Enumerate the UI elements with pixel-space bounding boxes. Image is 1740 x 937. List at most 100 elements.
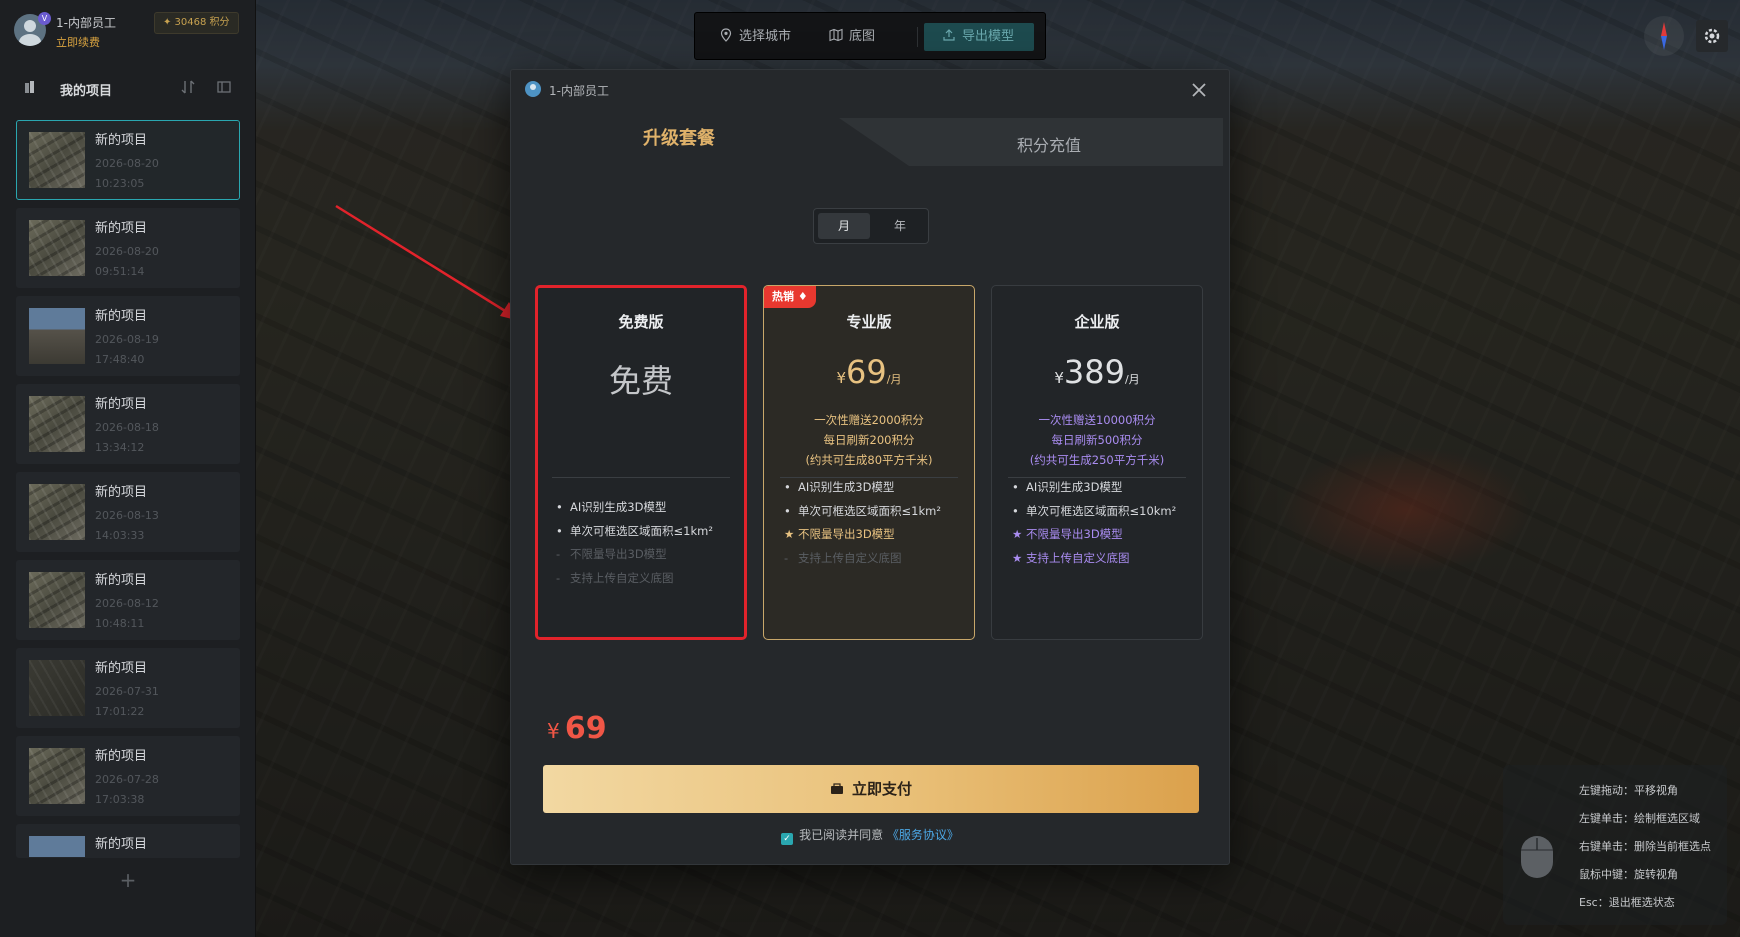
period-month-option[interactable]: 月 xyxy=(818,213,870,239)
basemap-label: 底图 xyxy=(849,29,876,44)
project-item[interactable]: 新的项目 2026-08-20 09:51:14 xyxy=(16,208,240,288)
project-time: 13:34:12 xyxy=(95,441,145,454)
plan-name: 专业版 xyxy=(846,313,892,331)
project-name: 新的项目 xyxy=(95,133,148,148)
project-item[interactable]: 新的项目 2026-07-28 17:03:38 xyxy=(16,736,240,816)
plan-price: ¥389/月 xyxy=(1054,353,1140,391)
close-icon[interactable] xyxy=(1187,78,1211,102)
upload-icon xyxy=(943,29,955,41)
billing-period-toggle: 月 年 xyxy=(813,208,929,244)
project-name: 新的项目 xyxy=(95,749,148,764)
upgrade-dialog: 1-内部员工 升级套餐 积分充值 月 年 免费版 免费 • AI识别生成3D模型 … xyxy=(510,69,1230,865)
plan-price: 免费 xyxy=(608,362,673,400)
projects-header: 我的项目 xyxy=(24,78,244,99)
export-model-button[interactable]: 导出模型 xyxy=(924,23,1034,51)
service-agreement-link[interactable]: 《服务协议》 xyxy=(887,828,959,842)
project-time: 10:23:05 xyxy=(95,177,145,190)
project-date: 2026-08-12 xyxy=(95,597,159,610)
plan-feature: • 单次可框选区域面积≤1km² xyxy=(556,524,713,538)
project-item[interactable]: 新的项目 2026-08-19 17:48:40 xyxy=(16,296,240,376)
projects-icon xyxy=(25,81,34,93)
project-thumbnail xyxy=(29,396,85,452)
plan-description: 一次性赠送2000积分 每日刷新200积分 (约共可生成80平方千米) xyxy=(805,413,933,467)
project-time: 17:01:22 xyxy=(95,705,145,718)
renew-link[interactable]: 立即续费 xyxy=(56,34,100,50)
project-name: 新的项目 xyxy=(95,837,148,852)
plan-name: 免费版 xyxy=(618,313,664,331)
hint-middle-button: 鼠标中键：旋转视角 xyxy=(1579,868,1678,881)
plan-divider xyxy=(1008,477,1186,478)
settings-button[interactable] xyxy=(1696,20,1728,52)
project-date: 2026-07-31 xyxy=(95,685,159,698)
points-badge[interactable]: ✦ 30468 积分 xyxy=(154,12,239,34)
plan-feature: • AI识别生成3D模型 xyxy=(1012,480,1123,494)
agree-checkbox[interactable]: ✓ xyxy=(781,833,794,845)
project-date: 2026-08-13 xyxy=(95,509,159,522)
export-model-label: 导出模型 xyxy=(962,29,1015,44)
plan-divider xyxy=(780,477,958,478)
plan-card-pro[interactable]: 热销 ♦ 专业版 ¥69/月 一次性赠送2000积分 每日刷新200积分 (约共… xyxy=(763,285,975,640)
sort-icon[interactable] xyxy=(180,79,196,95)
agreement-row: ✓ 我已阅读并同意 《服务协议》 xyxy=(511,826,1229,845)
project-item[interactable]: 新的项目 2026-08-18 13:34:12 xyxy=(16,384,240,464)
compass-needle-icon xyxy=(1661,22,1667,50)
select-city-button[interactable]: 选择城市 xyxy=(719,23,791,51)
plan-divider xyxy=(552,477,730,478)
map-toolbar: 选择城市 底图 导出模型 xyxy=(694,12,1046,60)
project-name: 新的项目 xyxy=(95,661,148,676)
project-item[interactable]: 新的项目 xyxy=(16,824,240,858)
plan-feature: - 支持上传自定义底图 xyxy=(784,551,902,565)
project-list: 新的项目 2026-08-20 10:23:05 新的项目 2026-08-20… xyxy=(16,120,240,866)
basemap-button[interactable]: 底图 xyxy=(829,23,875,51)
user-name: 1-内部员工 xyxy=(56,16,116,30)
project-time: 14:03:33 xyxy=(95,529,145,542)
plan-card-free[interactable]: 免费版 免费 • AI识别生成3D模型 • 单次可框选区域面积≤1km² - 不限量导… xyxy=(535,285,747,640)
layout-toggle-icon[interactable] xyxy=(216,79,232,95)
plan-feature: • 单次可框选区域面积≤10km² xyxy=(1012,504,1177,518)
tab-upgrade-label[interactable]: 升级套餐 xyxy=(519,118,839,160)
vip-badge: V xyxy=(38,12,51,25)
project-item[interactable]: 新的项目 2026-08-12 10:48:11 xyxy=(16,560,240,640)
compass[interactable] xyxy=(1644,16,1684,56)
project-time: 10:48:11 xyxy=(95,617,145,630)
flame-icon: ♦ xyxy=(797,290,808,303)
map-icon xyxy=(829,28,843,42)
projects-title: 我的项目 xyxy=(60,84,113,99)
plan-feature: • AI识别生成3D模型 xyxy=(556,500,667,514)
plan-description: 一次性赠送10000积分 每日刷新500积分 (约共可生成250平方千米) xyxy=(1029,413,1165,467)
mouse-hints-panel: 左键拖动：平移视角 左键单击：绘制框选区域 右键单击：删除当前框选点 鼠标中键：… xyxy=(1503,765,1727,925)
location-pin-icon xyxy=(720,28,732,42)
total-price: ¥ 69 xyxy=(547,711,607,746)
pay-now-button[interactable]: 立即支付 xyxy=(543,765,1199,813)
project-time: 17:03:38 xyxy=(95,793,145,806)
plan-price: ¥69/月 xyxy=(836,353,902,391)
tab-recharge[interactable]: 积分充值 xyxy=(879,126,1219,166)
project-date: 2026-08-20 xyxy=(95,157,159,170)
project-item[interactable]: 新的项目 2026-07-31 17:01:22 xyxy=(16,648,240,728)
project-date: 2026-08-20 xyxy=(95,245,159,258)
plan-feature: • AI识别生成3D模型 xyxy=(784,480,895,494)
project-time: 17:48:40 xyxy=(95,353,145,366)
hot-badge: 热销 ♦ xyxy=(764,286,816,308)
project-name: 新的项目 xyxy=(95,485,148,500)
project-thumbnail xyxy=(29,308,85,364)
plan-feature: ★ 支持上传自定义底图 xyxy=(1012,551,1130,565)
hint-right-click: 右键单击：删除当前框选点 xyxy=(1579,840,1711,853)
project-item[interactable]: 新的项目 2026-08-13 14:03:33 xyxy=(16,472,240,552)
project-name: 新的项目 xyxy=(95,397,148,412)
project-thumbnail xyxy=(29,836,85,857)
project-thumbnail xyxy=(29,748,85,804)
plan-feature: ★ 不限量导出3D模型 xyxy=(1012,527,1123,541)
gear-icon xyxy=(1704,28,1720,44)
mouse-icon xyxy=(1521,836,1553,878)
toolbar-divider xyxy=(917,27,918,47)
plan-name: 企业版 xyxy=(1074,313,1120,331)
project-thumbnail xyxy=(29,220,85,276)
add-project-button[interactable]: + xyxy=(16,860,240,900)
plan-card-enterprise[interactable]: 企业版 ¥389/月 一次性赠送10000积分 每日刷新500积分 (约共可生成… xyxy=(991,285,1203,640)
project-item[interactable]: 新的项目 2026-08-20 10:23:05 xyxy=(16,120,240,200)
dialog-user-name: 1-内部员工 xyxy=(549,84,609,98)
dialog-tabs: 升级套餐 积分充值 xyxy=(519,118,1223,166)
period-year-option[interactable]: 年 xyxy=(874,213,926,239)
user-icon xyxy=(525,81,541,97)
